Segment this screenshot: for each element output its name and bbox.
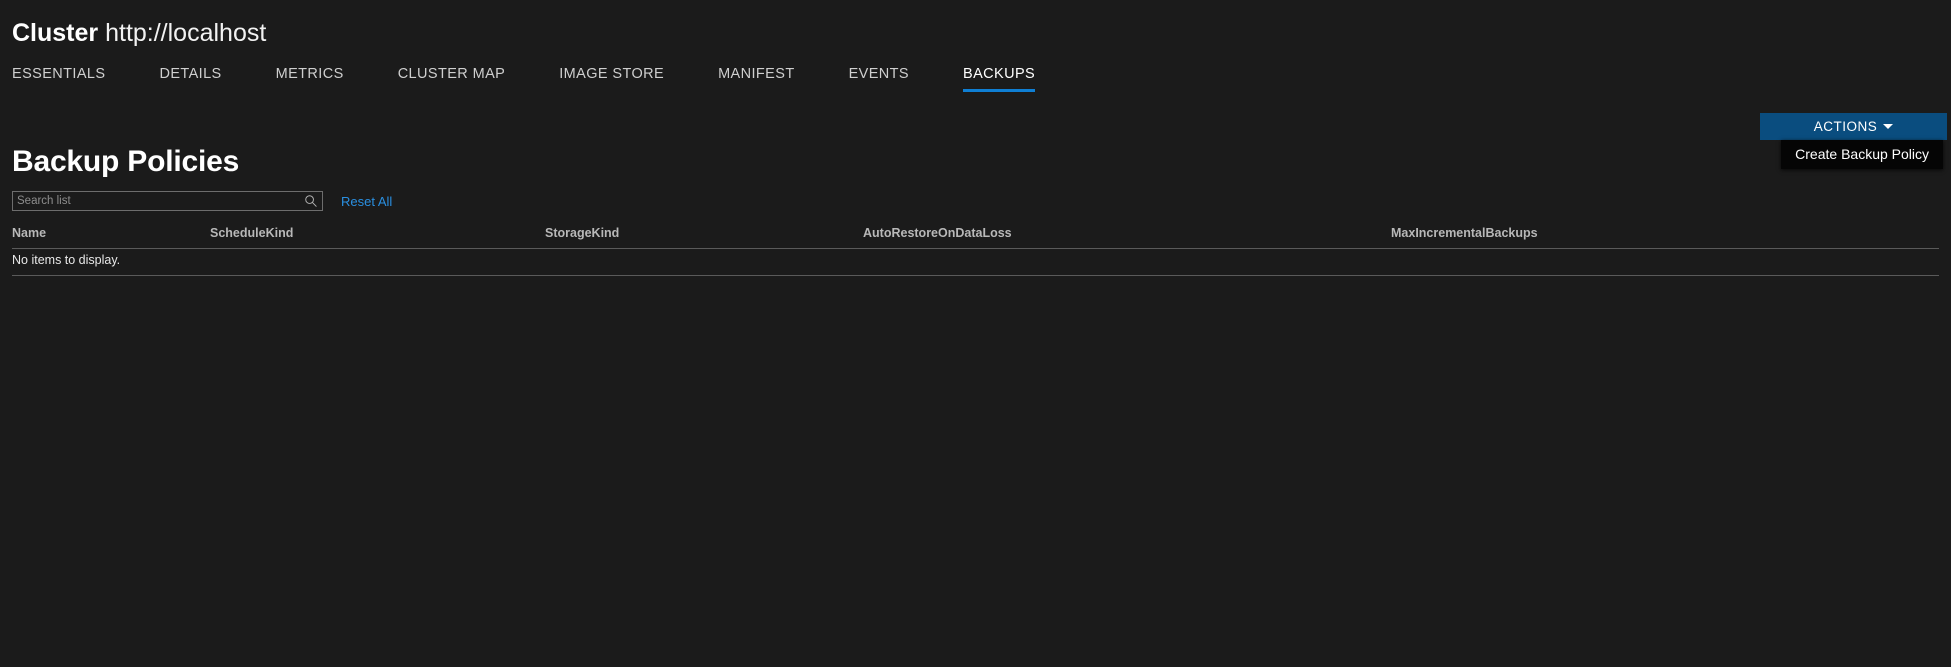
filter-row: Reset All (12, 190, 1939, 212)
empty-message: No items to display. (12, 253, 121, 267)
column-header-maxincrementalbackups[interactable]: MaxIncrementalBackups (1391, 226, 1538, 240)
column-header-storagekind[interactable]: StorageKind (545, 226, 619, 240)
actions-button-label: ACTIONS (1813, 119, 1878, 134)
page-header: Cluster http://localhost (0, 0, 1951, 48)
tab-backups[interactable]: BACKUPS (963, 66, 1036, 92)
reset-all-link[interactable]: Reset All (341, 194, 392, 209)
actions-button[interactable]: ACTIONS (1760, 113, 1947, 140)
page-title: Backup Policies (12, 145, 240, 178)
column-header-schedulekind[interactable]: ScheduleKind (210, 226, 293, 240)
column-header-autorestoreondataloss[interactable]: AutoRestoreOnDataLoss (863, 226, 1012, 240)
tab-cluster-map[interactable]: CLUSTER MAP (398, 66, 506, 92)
table-empty-row: No items to display. (12, 249, 1939, 276)
tab-image-store[interactable]: IMAGE STORE (559, 66, 664, 92)
search-icon (305, 195, 317, 207)
cluster-entity-label: Cluster (12, 19, 99, 47)
menu-item-create-backup-policy[interactable]: Create Backup Policy (1781, 140, 1943, 169)
table-header-row: Name ScheduleKind StorageKind AutoRestoreOn… (12, 226, 1939, 249)
backup-policies-table: Name ScheduleKind StorageKind AutoRestoreOn… (12, 226, 1939, 276)
actions-area: ACTIONS Create Backup Policy (1760, 113, 1947, 169)
tab-essentials[interactable]: ESSENTIALS (12, 66, 105, 92)
tab-details[interactable]: DETAILS (159, 66, 221, 92)
cluster-title: Cluster http://localhost (12, 18, 1951, 48)
chevron-down-icon (1883, 123, 1894, 129)
actions-dropdown-menu: Create Backup Policy (1781, 140, 1943, 169)
cluster-entity-url: http://localhost (105, 19, 267, 47)
search-box[interactable] (12, 191, 323, 211)
main-content: Backup Policies Reset All Name ScheduleKi… (0, 144, 1951, 276)
tab-manifest[interactable]: MANIFEST (718, 66, 795, 92)
column-header-name[interactable]: Name (12, 226, 46, 240)
tab-metrics[interactable]: METRICS (276, 66, 344, 92)
search-input[interactable] (13, 192, 303, 210)
tab-events[interactable]: EVENTS (849, 66, 909, 92)
tab-bar: ESSENTIALS DETAILS METRICS CLUSTER MAP IMAGE… (0, 62, 1951, 92)
